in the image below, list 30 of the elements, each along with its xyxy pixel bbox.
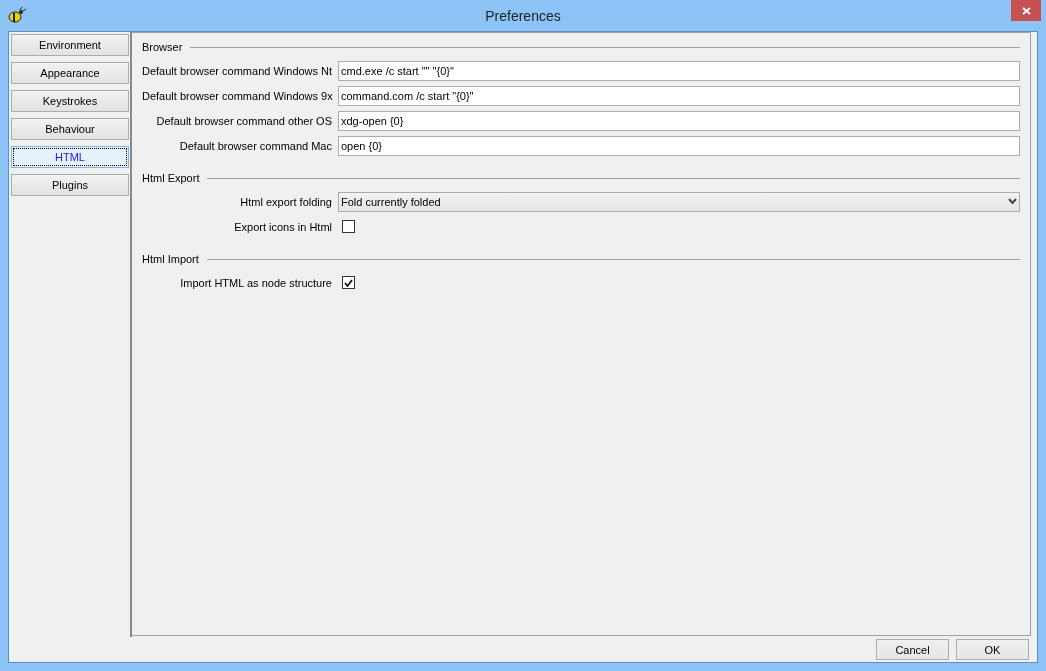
window-title: Preferences bbox=[485, 7, 561, 24]
command-field[interactable]: command.com /c start "{0}" bbox=[338, 85, 1020, 106]
section-title: Html Import bbox=[142, 253, 199, 265]
field-label: Default browser command other OS bbox=[155, 114, 332, 127]
field-label: Default browser command Mac bbox=[178, 139, 332, 152]
bee-icon bbox=[8, 7, 26, 23]
checkbox[interactable] bbox=[342, 220, 355, 233]
command-field[interactable]: open {0} bbox=[338, 135, 1020, 156]
field-label: Html export folding bbox=[239, 195, 332, 208]
sidebar-item[interactable]: Keystrokes bbox=[11, 90, 129, 112]
sidebar-item[interactable]: Behaviour bbox=[11, 118, 129, 140]
command-field[interactable]: xdg-open {0} bbox=[338, 110, 1020, 131]
sidebar-item[interactable]: Plugins bbox=[11, 174, 129, 196]
command-field[interactable]: cmd.exe /c start "" "{0}" bbox=[338, 60, 1020, 81]
section-title: Browser bbox=[142, 41, 183, 53]
field-label: Export icons in Html bbox=[233, 220, 332, 233]
section-title: Html Export bbox=[142, 172, 200, 184]
close-icon bbox=[1021, 6, 1031, 15]
folding-dropdown[interactable]: Fold currently folded bbox=[338, 191, 1020, 212]
chevron-down-icon bbox=[1008, 198, 1017, 205]
dialog-button[interactable]: OK bbox=[956, 639, 1029, 660]
field-label: Default browser command Windows Nt bbox=[142, 64, 332, 77]
sidebar-item[interactable]: Appearance bbox=[11, 62, 129, 84]
close-button[interactable] bbox=[1011, 0, 1041, 21]
checkbox[interactable] bbox=[342, 276, 355, 289]
sidebar-item[interactable]: Environment bbox=[11, 34, 129, 56]
sidebar-item[interactable]: HTML bbox=[11, 146, 129, 168]
field-label: Import HTML as node structure bbox=[179, 276, 332, 289]
field-label: Default browser command Windows 9x bbox=[142, 89, 332, 102]
dialog-button[interactable]: Cancel bbox=[876, 639, 949, 660]
